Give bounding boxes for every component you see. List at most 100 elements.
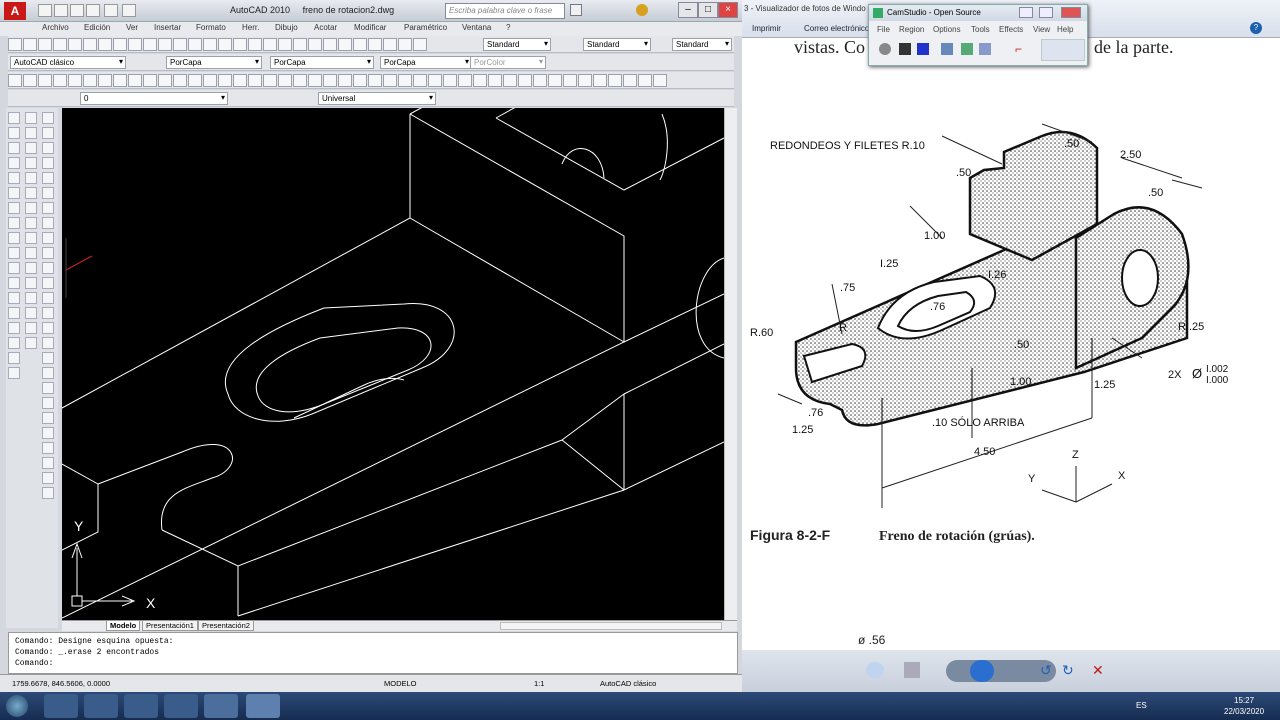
- hatch-icon[interactable]: [8, 307, 20, 319]
- tool-icon[interactable]: [42, 262, 54, 274]
- pause-icon[interactable]: [899, 43, 911, 55]
- tool-icon[interactable]: [83, 74, 97, 87]
- autocad-logo-icon[interactable]: A: [4, 2, 26, 20]
- camstudio-maximize[interactable]: [1039, 7, 1053, 18]
- redo-icon[interactable]: [104, 4, 118, 17]
- tool-icon[interactable]: [42, 442, 54, 454]
- tool-icon[interactable]: [188, 74, 202, 87]
- menu-insertar[interactable]: Insertar: [154, 23, 181, 32]
- menu-edicion[interactable]: Edición: [84, 23, 110, 32]
- xline-icon[interactable]: [8, 127, 20, 139]
- workspace-switch[interactable]: AutoCAD clásico: [600, 679, 656, 688]
- dim-style-select[interactable]: Standard: [583, 38, 651, 51]
- search-input[interactable]: Escriba palabra clave o frase: [445, 3, 565, 19]
- delete-icon[interactable]: ✕: [1092, 662, 1106, 678]
- tool-icon[interactable]: [42, 172, 54, 184]
- drafting-toggles[interactable]: [120, 677, 280, 690]
- tool-icon[interactable]: [42, 217, 54, 229]
- tool-icon[interactable]: [578, 74, 592, 87]
- tool-icon[interactable]: [23, 74, 37, 87]
- linetype-select[interactable]: PorCapa: [270, 56, 374, 69]
- menu-herr[interactable]: Herr.: [242, 23, 259, 32]
- fit-icon[interactable]: [904, 662, 920, 678]
- point-icon[interactable]: [8, 292, 20, 304]
- undo-icon[interactable]: [86, 4, 100, 17]
- tool-icon[interactable]: [323, 38, 337, 51]
- tool-icon[interactable]: [263, 38, 277, 51]
- tool-icon[interactable]: [42, 487, 54, 499]
- help-icon[interactable]: [636, 4, 648, 16]
- table-style-select[interactable]: Standard: [672, 38, 732, 51]
- tool-icon[interactable]: [23, 38, 37, 51]
- cam-menu-view[interactable]: View: [1033, 25, 1050, 34]
- vertical-scrollbar[interactable]: [724, 108, 737, 620]
- menu-ver[interactable]: Ver: [126, 23, 138, 32]
- insert-block-icon[interactable]: [8, 262, 20, 274]
- explode-icon[interactable]: [25, 337, 37, 349]
- ucs-select[interactable]: Universal: [318, 92, 436, 105]
- tool-icon[interactable]: [368, 38, 382, 51]
- tool-icon[interactable]: [308, 38, 322, 51]
- clock-date[interactable]: 22/03/2020: [1224, 707, 1264, 716]
- make-block-icon[interactable]: [8, 277, 20, 289]
- tool-icon[interactable]: [398, 38, 412, 51]
- help-icon[interactable]: ?: [1250, 22, 1262, 34]
- tab-presentacion1[interactable]: Presentación1: [142, 621, 198, 631]
- circle-icon[interactable]: [8, 202, 20, 214]
- tool-icon[interactable]: [653, 74, 667, 87]
- tool-icon[interactable]: [143, 74, 157, 87]
- layer-select[interactable]: 0: [80, 92, 228, 105]
- tool-icon[interactable]: [42, 397, 54, 409]
- tool-icon[interactable]: [458, 74, 472, 87]
- open-icon[interactable]: [54, 4, 68, 17]
- tool-icon[interactable]: [593, 74, 607, 87]
- tool-icon[interactable]: [638, 74, 652, 87]
- tool-icon[interactable]: [623, 74, 637, 87]
- autocad-taskbar-icon[interactable]: [246, 694, 280, 718]
- tool-icon[interactable]: [42, 457, 54, 469]
- menu-modificar[interactable]: Modificar: [354, 23, 386, 32]
- tool-icon[interactable]: [263, 74, 277, 87]
- tool-icon[interactable]: [173, 74, 187, 87]
- tool-icon[interactable]: [278, 38, 292, 51]
- tool-icon[interactable]: [42, 187, 54, 199]
- horizontal-scrollbar[interactable]: [500, 622, 722, 630]
- tool-icon[interactable]: [42, 427, 54, 439]
- tool-icon[interactable]: [128, 74, 142, 87]
- tool-icon[interactable]: [278, 74, 292, 87]
- table-icon[interactable]: [8, 352, 20, 364]
- email-menu[interactable]: Correo electrónico: [804, 24, 869, 33]
- tool-icon[interactable]: [503, 74, 517, 87]
- plotstyle-select[interactable]: PorColor: [470, 56, 546, 69]
- tool-icon[interactable]: [68, 74, 82, 87]
- tool-icon[interactable]: [42, 112, 54, 124]
- tool-icon[interactable]: [368, 74, 382, 87]
- tool-icon[interactable]: [203, 74, 217, 87]
- join-icon[interactable]: [25, 292, 37, 304]
- menu-parametrico[interactable]: Paramétrico: [404, 23, 447, 32]
- tool-icon[interactable]: [413, 38, 427, 51]
- tool-icon[interactable]: [42, 382, 54, 394]
- new-icon[interactable]: [38, 4, 52, 17]
- minimize-button[interactable]: –: [678, 2, 698, 18]
- region-icon[interactable]: [941, 43, 953, 55]
- stretch-icon[interactable]: [25, 232, 37, 244]
- tool-icon[interactable]: [42, 277, 54, 289]
- tool-icon[interactable]: [38, 74, 52, 87]
- clock-time[interactable]: 15:27: [1234, 696, 1254, 705]
- cam-menu-help[interactable]: Help: [1057, 25, 1073, 34]
- lineweight-select[interactable]: PorCapa: [380, 56, 472, 69]
- save-icon[interactable]: [70, 4, 84, 17]
- cam-menu-options[interactable]: Options: [933, 25, 961, 34]
- rotate-left-icon[interactable]: ↺: [1040, 662, 1054, 678]
- tool-icon[interactable]: [323, 74, 337, 87]
- tool-icon[interactable]: [338, 38, 352, 51]
- tool-icon[interactable]: [158, 38, 172, 51]
- tool-icon[interactable]: [383, 38, 397, 51]
- tool-icon[interactable]: [443, 74, 457, 87]
- tool-icon[interactable]: [98, 74, 112, 87]
- tool-icon[interactable]: [383, 74, 397, 87]
- model-space-toggle[interactable]: MODELO: [384, 679, 417, 688]
- tool-icon[interactable]: [158, 74, 172, 87]
- tool-icon[interactable]: [42, 142, 54, 154]
